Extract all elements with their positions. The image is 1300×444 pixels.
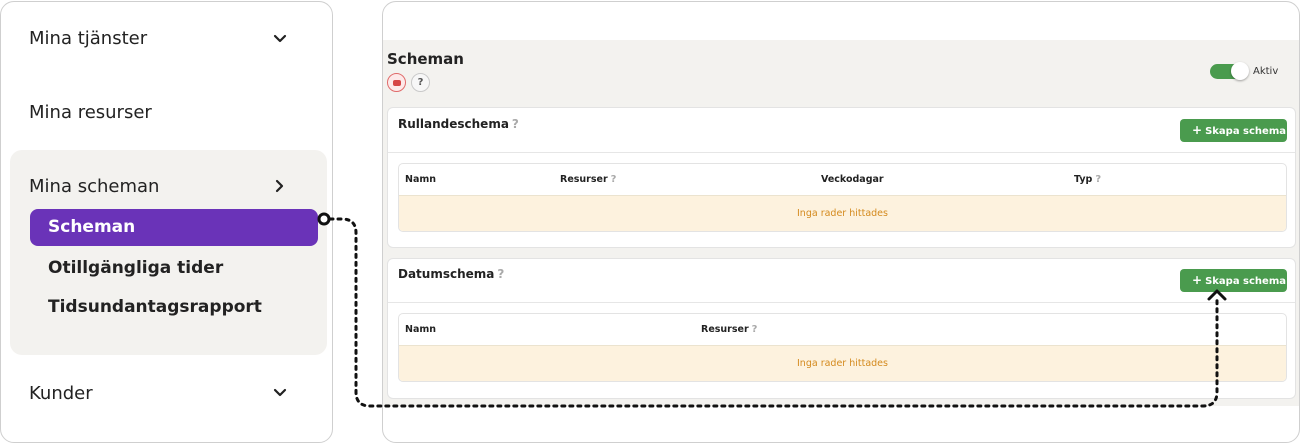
page-title: Scheman [387,50,464,68]
divider [388,302,1295,303]
date-schedule-card: Datumschema? + Skapa schema Namn Resurser… [387,258,1296,399]
submenu-item-scheman-label: Scheman [48,217,136,237]
menu-item-mina-tjanster[interactable]: Mina tjänster [29,28,147,49]
toggle-knob [1231,62,1249,80]
help-icon[interactable]: ? [497,267,504,281]
navigation-menu: Mina tjänster Mina resurser Mina scheman… [0,1,333,443]
youtube-icon[interactable] [387,73,406,92]
column-label: Resurser [701,324,749,335]
column-header-resurser[interactable]: Resurser? [560,174,616,185]
menu-item-kunder[interactable]: Kunder [29,383,93,404]
empty-state-row: Inga rader hittades [399,196,1286,231]
date-schedule-title: Datumschema [398,267,495,281]
column-header-veckodagar[interactable]: Veckodagar [821,174,884,185]
submenu-item-otillgangliga-tider[interactable]: Otillgängliga tider [48,258,223,278]
table-header: Namn Resurser? [399,314,1286,346]
column-label: Resurser [560,174,608,185]
card-title: Datumschema? [398,267,504,281]
column-header-namn[interactable]: Namn [405,174,436,185]
create-rolling-schedule-button[interactable]: + Skapa schema [1180,119,1287,142]
help-icon[interactable]: ? [611,174,617,185]
column-header-resurser[interactable]: Resurser? [701,324,757,335]
plus-icon: + [1192,273,1203,287]
button-label: Skapa schema [1205,126,1286,137]
toggle-label: Aktiv [1253,66,1279,77]
button-label: Skapa schema [1205,276,1286,287]
rolling-schedule-table: Namn Resurser? Veckodagar Typ? Inga rade… [398,163,1287,232]
chevron-down-icon[interactable] [271,30,289,48]
card-title: Rullandeschema? [398,117,519,131]
column-header-typ[interactable]: Typ? [1074,174,1101,185]
help-icon[interactable]: ? [1095,174,1101,185]
chevron-right-icon[interactable] [271,177,289,195]
divider [388,152,1295,153]
create-date-schedule-button[interactable]: + Skapa schema [1180,269,1287,292]
chevron-down-icon[interactable] [271,384,289,402]
column-header-namn[interactable]: Namn [405,324,436,335]
column-label: Typ [1074,174,1093,185]
help-icon[interactable]: ? [752,324,758,335]
rolling-schedule-card: Rullandeschema? + Skapa schema Namn Resur… [387,107,1296,248]
help-icon[interactable]: ? [512,117,519,131]
submenu-item-scheman[interactable]: Scheman [30,209,318,246]
submenu-item-tidsundantagsrapport[interactable]: Tidsundantagsrapport [48,297,262,317]
help-icon[interactable]: ? [411,73,430,92]
date-schedule-table: Namn Resurser? Inga rader hittades [398,313,1287,382]
schedules-page: Scheman ? Aktiv Rullandeschema? + Skapa s… [382,1,1300,443]
menu-item-mina-scheman[interactable]: Mina scheman [29,176,159,197]
rolling-schedule-title: Rullandeschema [398,117,509,131]
empty-state-row: Inga rader hittades [399,346,1286,381]
table-header: Namn Resurser? Veckodagar Typ? [399,164,1286,196]
menu-item-mina-resurser[interactable]: Mina resurser [29,102,152,123]
plus-icon: + [1192,123,1203,137]
